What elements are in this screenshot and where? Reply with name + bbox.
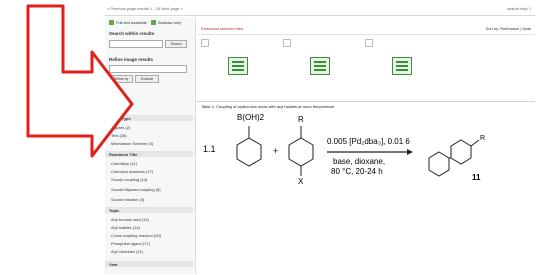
annotation-arrow	[26, 4, 134, 158]
arrow-icon	[26, 4, 134, 158]
